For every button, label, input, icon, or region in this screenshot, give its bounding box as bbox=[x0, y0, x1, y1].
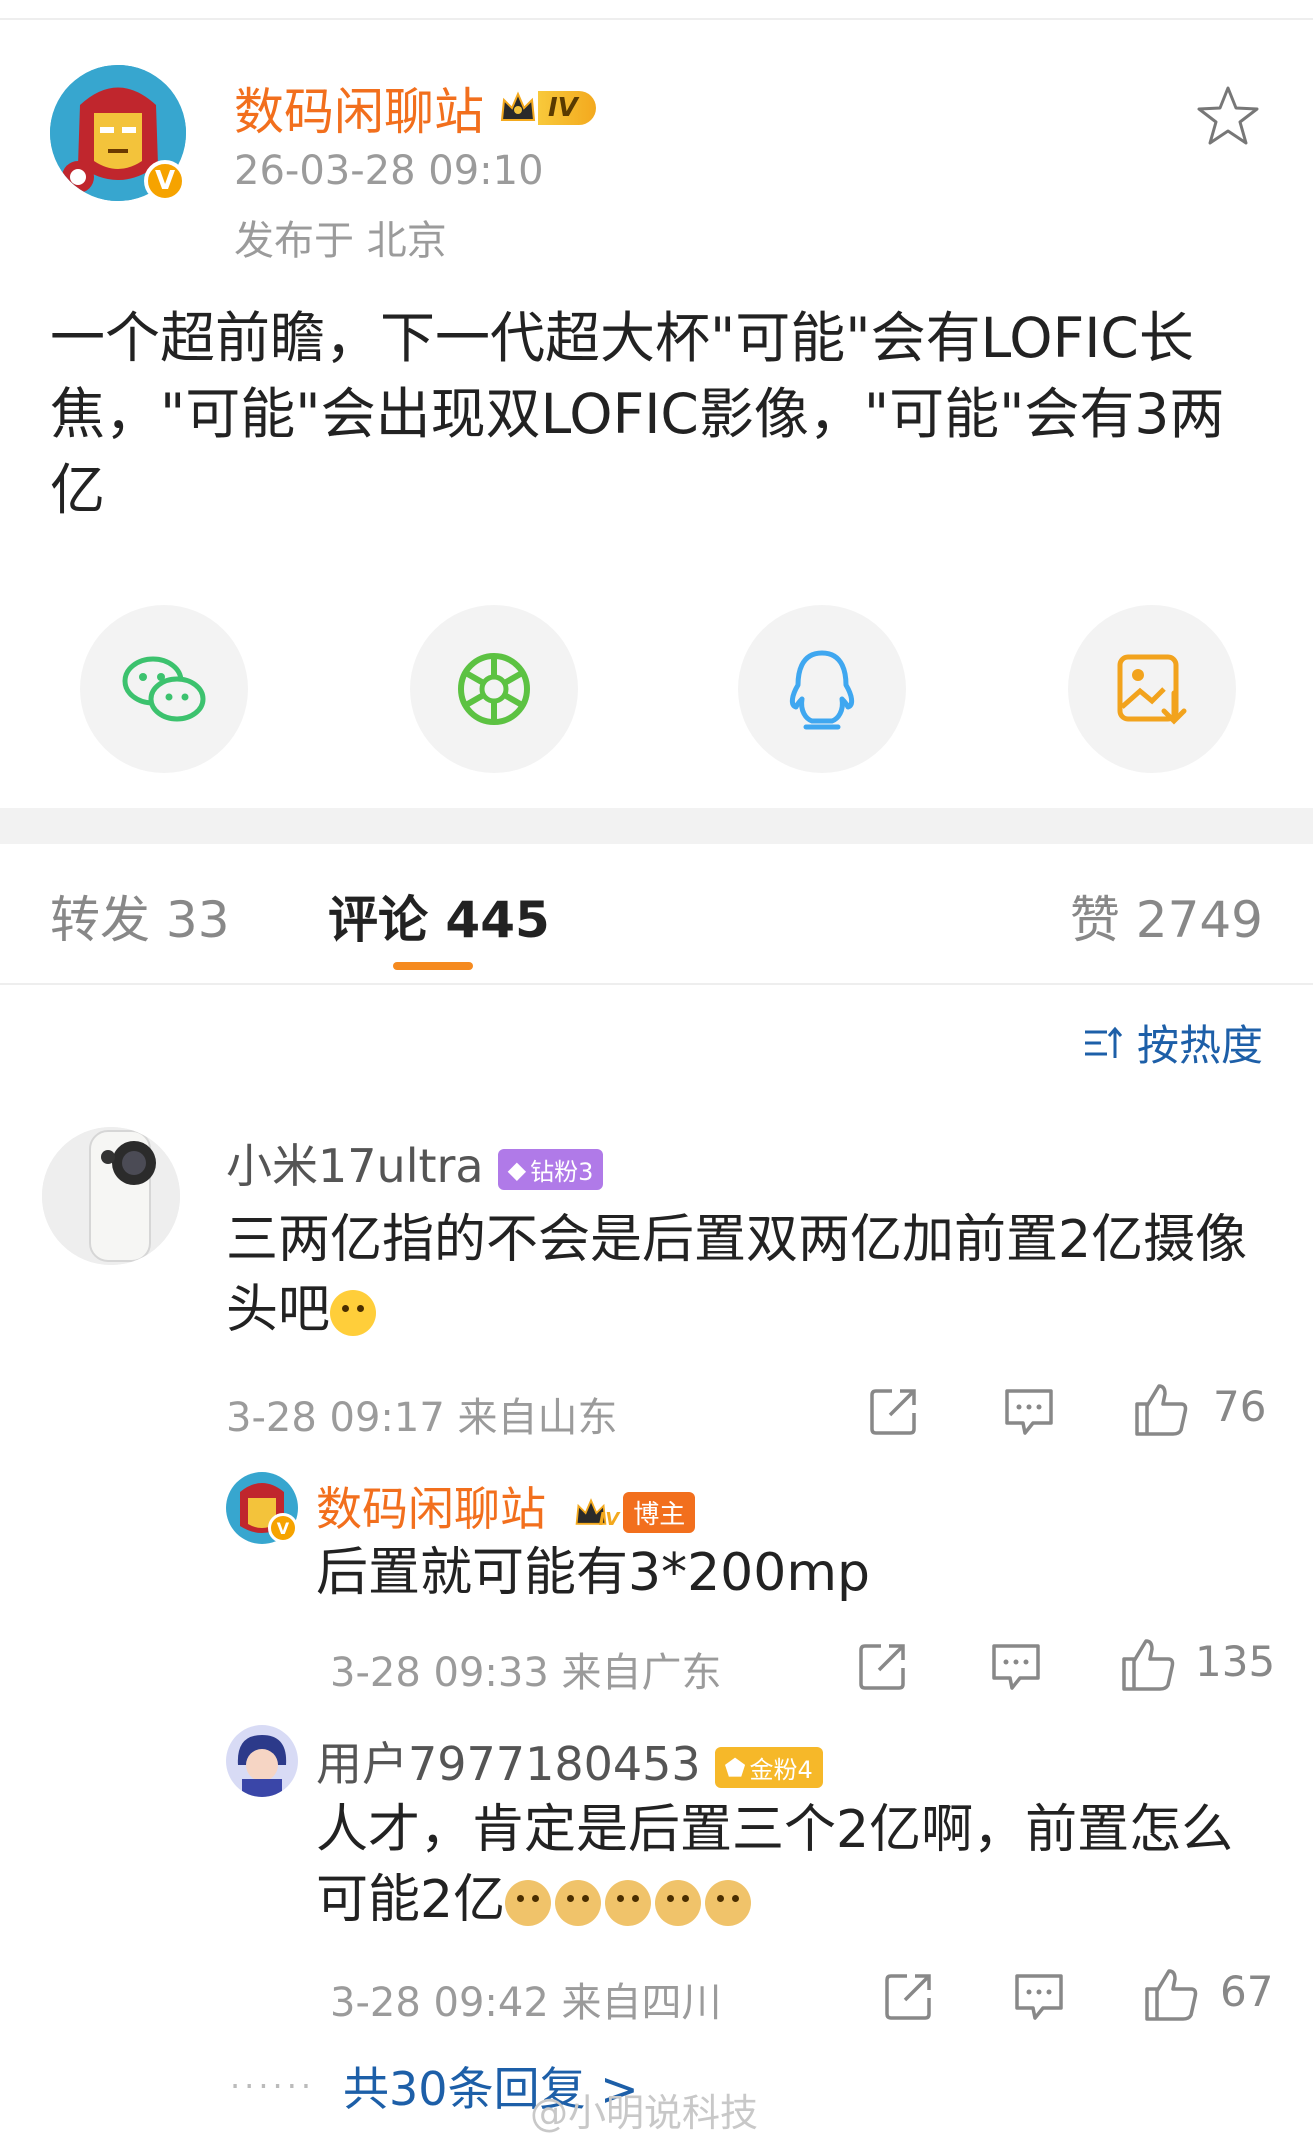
reply-time: 3-28 09:42 来自四川 bbox=[330, 1980, 722, 2026]
comment-icon[interactable] bbox=[1003, 1385, 1055, 1437]
sort-label: 按热度 bbox=[1136, 1021, 1263, 1070]
like-count: 135 bbox=[1195, 1637, 1276, 1686]
save-image-icon bbox=[1117, 654, 1187, 725]
sort-button[interactable]: 按热度 bbox=[1083, 1012, 1263, 1073]
wechat-icon bbox=[122, 656, 206, 722]
share-qq-button[interactable] bbox=[738, 605, 906, 773]
doge-emoji-icon bbox=[505, 1880, 552, 1926]
comment-text-content: 三两亿指的不会是后置双两亿加前置2亿摄像头吧 bbox=[226, 1210, 1248, 1340]
like-count: 67 bbox=[1220, 1967, 1274, 2016]
watermark: @小明说科技 bbox=[530, 2091, 759, 2135]
fan-badge: ◆ 钻粉3 bbox=[497, 1149, 604, 1190]
doge-emoji-icon bbox=[655, 1880, 702, 1926]
blogger-badge: IV 博主 bbox=[573, 1492, 696, 1533]
share-icon[interactable] bbox=[868, 1385, 920, 1437]
post-text: 一个超前瞻，下一代超大杯"可能"会有LOFIC长焦，"可能"会出现双LOFIC影… bbox=[50, 306, 1225, 522]
reply-author[interactable]: 用户7977180453 ⬟ 金粉4 bbox=[316, 1728, 823, 1794]
post-time: 26-03-28 09:10 bbox=[234, 148, 544, 194]
reply-text: 人才，肯定是后置三个2亿啊，前置怎么可能2亿 bbox=[316, 1795, 1276, 1935]
post-author[interactable]: 数码闲聊站 IV bbox=[234, 72, 596, 144]
post-location: 发布于 北京 bbox=[234, 218, 447, 264]
doge-emoji-icon bbox=[705, 1880, 752, 1926]
moments-icon bbox=[458, 653, 530, 725]
level-label: IV bbox=[538, 91, 596, 125]
diamond-icon: ◆ bbox=[507, 1155, 527, 1184]
like-icon[interactable] bbox=[1133, 1382, 1189, 1438]
verified-badge-icon: V bbox=[268, 1513, 298, 1543]
blogger-label: 博主 bbox=[623, 1492, 696, 1533]
share-wechat-button[interactable] bbox=[80, 605, 248, 773]
more-dots: ······ bbox=[230, 2067, 316, 2105]
gold-gem-icon: ⬟ bbox=[724, 1753, 746, 1782]
comment-time: 3-28 09:17 来自山东 bbox=[226, 1395, 618, 1441]
commenter-name[interactable]: 小米17ultra ◆ 钻粉3 bbox=[226, 1130, 604, 1196]
thinking-emoji-icon bbox=[330, 1290, 377, 1336]
comment-icon[interactable] bbox=[990, 1640, 1042, 1692]
like-count: 76 bbox=[1213, 1382, 1267, 1431]
doge-emoji-icon bbox=[555, 1880, 602, 1926]
comment-text: 三两亿指的不会是后置双两亿加前置2亿摄像头吧 bbox=[226, 1205, 1266, 1345]
section-gap bbox=[0, 808, 1313, 844]
tab-repost[interactable]: 转发 33 bbox=[50, 880, 230, 952]
fan-badge-label: 金粉4 bbox=[749, 1756, 813, 1784]
author-name: 数码闲聊站 bbox=[234, 83, 484, 141]
level-label: IV bbox=[598, 1509, 620, 1530]
share-icon[interactable] bbox=[883, 1970, 935, 2022]
crown-icon bbox=[500, 91, 536, 121]
reply-author-name: 数码闲聊站 bbox=[316, 1482, 546, 1536]
like-icon[interactable] bbox=[1120, 1637, 1176, 1693]
active-tab-indicator bbox=[393, 962, 473, 970]
sort-icon bbox=[1084, 1026, 1123, 1058]
reply-time: 3-28 09:33 来自广东 bbox=[330, 1650, 722, 1696]
share-icon[interactable] bbox=[857, 1640, 909, 1692]
tabs-divider bbox=[0, 983, 1313, 985]
reply-author-name: 用户7977180453 bbox=[316, 1737, 701, 1791]
commenter-avatar[interactable] bbox=[42, 1127, 180, 1265]
commenter-name-text: 小米17ultra bbox=[226, 1139, 484, 1193]
tab-comments[interactable]: 评论 445 bbox=[328, 880, 550, 952]
doge-emoji-icon bbox=[605, 1880, 652, 1926]
fan-badge-label: 钻粉3 bbox=[530, 1158, 594, 1186]
reply-text: 后置就可能有3*200mp bbox=[316, 1543, 870, 1603]
verified-badge-icon: V bbox=[144, 160, 186, 202]
reply-author[interactable]: 数码闲聊站 IV 博主 bbox=[316, 1473, 696, 1539]
fan-badge: ⬟ 金粉4 bbox=[714, 1747, 823, 1788]
top-divider bbox=[0, 18, 1313, 20]
tab-likes[interactable]: 赞 2749 bbox=[1070, 880, 1263, 952]
save-image-button[interactable] bbox=[1068, 605, 1236, 773]
like-icon[interactable] bbox=[1143, 1967, 1199, 2023]
level-badge: IV bbox=[498, 88, 596, 128]
reply-text-content: 人才，肯定是后置三个2亿啊，前置怎么可能2亿 bbox=[316, 1800, 1234, 1930]
favorite-star-icon[interactable] bbox=[1193, 82, 1263, 152]
share-moments-button[interactable] bbox=[410, 605, 578, 773]
qq-icon bbox=[789, 650, 855, 730]
reply-avatar[interactable] bbox=[226, 1725, 298, 1797]
comment-icon[interactable] bbox=[1013, 1970, 1065, 2022]
